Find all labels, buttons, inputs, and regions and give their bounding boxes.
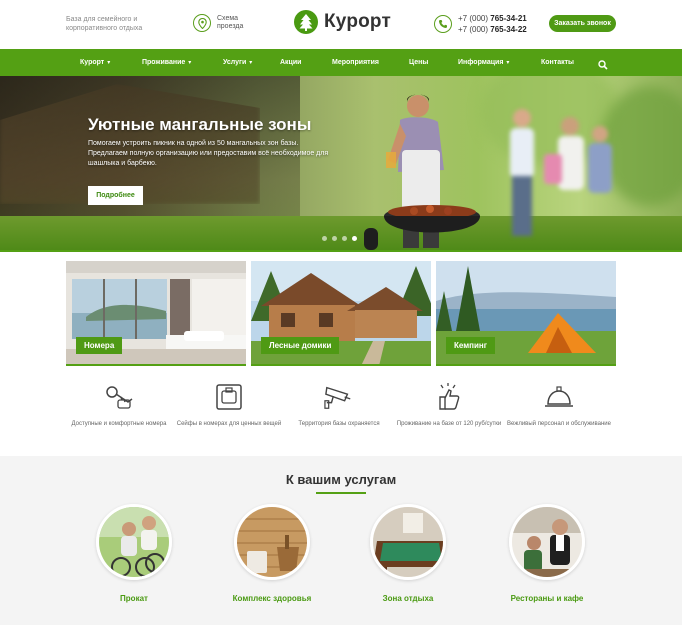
key-icon — [104, 382, 134, 412]
chevron-down-icon: ▾ — [506, 60, 510, 66]
hero-divider — [0, 250, 682, 252]
phone-2-prefix: +7 (000) — [458, 25, 491, 34]
hero-more-button[interactable]: Подробнее — [88, 186, 143, 205]
service-restaurants[interactable]: Рестораны и кафе — [492, 504, 602, 603]
nav-label: Информация — [458, 59, 504, 66]
nav-item-info[interactable]: Информация ▾ — [458, 49, 509, 76]
nav-item-contacts[interactable]: Контакты — [541, 49, 574, 76]
service-image — [234, 504, 310, 580]
tile-accent — [251, 364, 431, 366]
feature-rooms: Доступные и комфортные номера — [64, 382, 174, 428]
nav-label: Проживание — [142, 59, 186, 66]
feature-text: Территория базы охраняется — [298, 421, 380, 427]
services-section: К вашим услугам Прокат Комплекс здоровья… — [0, 456, 682, 625]
slider-pagination — [322, 236, 357, 241]
service-bell-icon — [544, 382, 574, 412]
callback-button[interactable]: Заказать звонок — [549, 15, 616, 32]
service-label: Прокат — [120, 594, 148, 603]
services-title: К вашим услугам — [285, 472, 397, 487]
service-label: Комплекс здоровья — [232, 594, 312, 603]
site-logo[interactable]: Курорт — [294, 10, 391, 34]
slider-dot-active[interactable] — [352, 236, 357, 241]
service-image — [509, 504, 585, 580]
phone-icon — [434, 15, 452, 33]
people-illustration — [510, 109, 612, 236]
slider-dot[interactable] — [322, 236, 327, 241]
safe-icon — [214, 382, 244, 412]
service-recreation[interactable]: Зона отдыха — [353, 504, 463, 603]
phone-number-1[interactable]: +7 (000) 765-34-21 — [458, 13, 527, 24]
site-header: База для семейного и корпоративного отды… — [0, 0, 682, 49]
nav-label: Курорт — [80, 59, 105, 66]
feature-safes: Сейфы в номерах для ценных вещей — [174, 382, 284, 428]
hero-slider: Уютные мангальные зоны Помогаем устроить… — [0, 76, 682, 250]
slider-dot[interactable] — [332, 236, 337, 241]
nav-item-prices[interactable]: Цены — [409, 49, 428, 76]
nav-item-promotions[interactable]: Акции — [280, 49, 301, 76]
tile-rooms[interactable]: Номера — [66, 261, 246, 366]
tile-label: Лесные домики — [261, 337, 340, 354]
tile-accent — [436, 364, 616, 366]
phone-1-prefix: +7 (000) — [458, 14, 491, 23]
phone-block: +7 (000) 765-34-21 +7 (000) 765-34-22 — [434, 13, 527, 35]
tile-forest-cabins[interactable]: Лесные домики — [251, 261, 431, 366]
main-navigation: Курорт ▾ Проживание ▾ Услуги ▾ Акции Меропр… — [0, 49, 682, 76]
nav-label: Услуги — [223, 59, 247, 66]
feature-text: Сейфы в номерах для ценных вещей — [176, 421, 282, 427]
chevron-down-icon: ▾ — [249, 60, 253, 66]
chevron-down-icon: ▾ — [188, 60, 192, 66]
nav-item-services[interactable]: Услуги ▾ — [223, 49, 252, 76]
nav-label: Контакты — [541, 59, 575, 66]
cctv-camera-icon — [324, 382, 354, 412]
hero-description: Помогаем устроить пикник на одной из 50 … — [88, 140, 329, 167]
services-title-underline — [316, 492, 366, 494]
feature-text: Вежливый персонал и обслуживание — [507, 421, 611, 427]
nav-label: Цены — [409, 59, 429, 66]
map-directions-link[interactable]: Схема проезда — [193, 14, 251, 32]
map-pin-icon — [193, 14, 211, 32]
service-label: Рестораны и кафе — [510, 594, 584, 603]
tile-label: Кемпинг — [446, 337, 496, 354]
phone-2-number: 765-34-22 — [490, 25, 527, 34]
slider-dot[interactable] — [342, 236, 347, 241]
phone-number-2[interactable]: +7 (000) 765-34-22 — [458, 24, 527, 35]
site-tagline: База для семейного и корпоративного отды… — [66, 16, 143, 32]
feature-price: Проживание на базе от 120 руб/сутки — [394, 382, 504, 428]
tile-label: Номера — [76, 337, 123, 354]
feature-staff: Вежливый персонал и обслуживание — [504, 382, 614, 428]
phone-1-number: 765-34-21 — [490, 14, 527, 23]
map-link-label: Схема проезда — [217, 15, 244, 30]
nav-item-events[interactable]: Мероприятия — [332, 49, 379, 76]
chevron-down-icon: ▾ — [107, 60, 111, 66]
hero-title: Уютные мангальные зоны — [88, 115, 312, 134]
grill-illustration — [364, 205, 480, 250]
feature-text: Проживание на базе от 120 руб/сутки — [396, 421, 502, 427]
logo-text: Курорт — [324, 11, 391, 32]
nav-item-accommodation[interactable]: Проживание ▾ — [142, 49, 191, 76]
tile-camping[interactable]: Кемпинг — [436, 261, 616, 366]
service-rental[interactable]: Прокат — [79, 504, 189, 603]
service-image — [96, 504, 172, 580]
tile-accent — [66, 364, 246, 366]
nav-label: Мероприятия — [332, 59, 379, 66]
nav-label: Акции — [280, 59, 302, 66]
service-image — [370, 504, 446, 580]
service-wellness[interactable]: Комплекс здоровья — [217, 504, 327, 603]
search-icon[interactable] — [598, 57, 608, 70]
tree-logo-icon — [294, 10, 318, 34]
feature-security: Территория базы охраняется — [284, 382, 394, 428]
feature-text: Доступные и комфортные номера — [71, 421, 167, 427]
nav-item-resort[interactable]: Курорт ▾ — [80, 49, 110, 76]
thumbs-up-icon — [434, 382, 464, 412]
service-label: Зона отдыха — [382, 594, 434, 603]
